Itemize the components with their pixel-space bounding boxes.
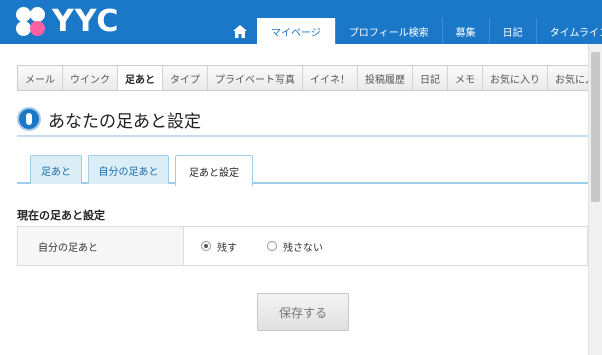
nav-mypage[interactable]: マイページ	[257, 18, 335, 44]
subnav-memo[interactable]: メモ	[448, 66, 483, 90]
subnav-private-photos[interactable]: プライベート写真	[208, 66, 303, 90]
scrollbar-thumb[interactable]	[591, 52, 600, 202]
radio-leave-label: 残す	[217, 242, 237, 254]
page-title-row: あなたの足あと設定	[17, 103, 588, 137]
radio-dont-leave-label: 残さない	[283, 242, 323, 254]
subnav-type[interactable]: タイプ	[163, 66, 208, 90]
tab-footprints[interactable]: 足あと	[30, 155, 82, 184]
scrollbar[interactable]	[588, 44, 602, 355]
page-title: あなたの足あと設定	[48, 111, 201, 132]
subnav-favorites[interactable]: お気に入り	[483, 66, 548, 90]
radio-dont-leave-dot[interactable]	[267, 241, 277, 251]
nav-profile-search[interactable]: プロフィール検索	[334, 18, 442, 44]
yyc-logo[interactable]: YYC	[16, 5, 119, 39]
logo-text: YYC	[52, 4, 120, 39]
section-heading: 現在の足あと設定	[17, 209, 105, 222]
setting-label: 自分の足あと	[18, 227, 184, 265]
home-icon	[233, 24, 247, 38]
tab-my-footprints[interactable]: 自分の足あと	[88, 155, 169, 184]
subnav-wink[interactable]: ウインク	[63, 66, 118, 90]
main-nav: マイページ プロフィール検索 募集 日記 タイムライン	[223, 18, 602, 44]
tab-footprint-settings[interactable]: 足あと設定	[175, 155, 253, 186]
home-button[interactable]	[223, 18, 257, 44]
settings-tabs: 足あと 自分の足あと 足あと設定	[17, 155, 588, 186]
nav-diary[interactable]: 日記	[488, 18, 536, 44]
save-button[interactable]: 保存する	[257, 293, 349, 331]
subnav-like[interactable]: イイネ！	[303, 66, 358, 90]
setting-row: 自分の足あと 残す 残さない	[17, 226, 588, 266]
subnav-diary[interactable]: 日記	[413, 66, 448, 90]
nav-timeline[interactable]: タイムライン	[535, 18, 602, 44]
header-bar: YYC マイページ プロフィール検索 募集 日記 タイムライン	[0, 0, 602, 44]
setting-options: 残す 残さない	[184, 227, 587, 265]
nav-recruit[interactable]: 募集	[441, 18, 489, 44]
clover-logo-icon	[16, 7, 46, 37]
subnav-mail[interactable]: メール	[18, 66, 63, 90]
radio-leave-dot[interactable]	[201, 241, 211, 251]
sub-nav: メール ウインク 足あと タイプ プライベート写真 イイネ！ 投稿履歴 日記 メ…	[17, 65, 602, 91]
radio-leave[interactable]: 残す	[201, 239, 237, 254]
subnav-footprints[interactable]: 足あと	[118, 66, 163, 90]
radio-dont-leave[interactable]: 残さない	[267, 239, 323, 254]
subnav-post-history[interactable]: 投稿履歴	[358, 66, 413, 90]
footprint-icon	[17, 107, 41, 131]
